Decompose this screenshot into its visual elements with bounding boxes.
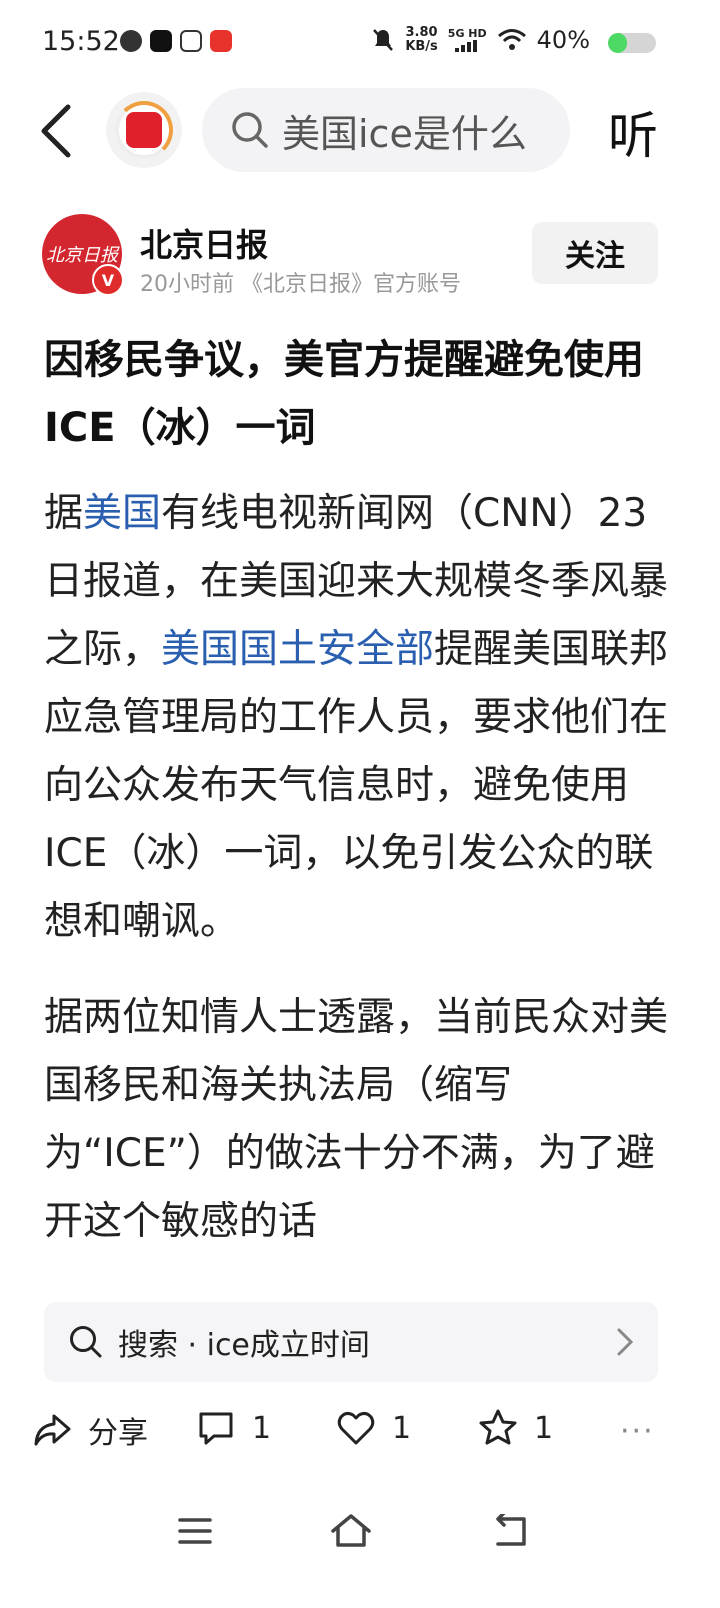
red-packet-button[interactable] (106, 92, 182, 168)
article-paragraph: 据美国有线电视新闻网（CNN）23日报道，在美国迎来大规模冬季风暴之际，美国国土… (44, 491, 669, 944)
star-icon (479, 1409, 517, 1445)
chevron-right-icon (617, 1328, 634, 1356)
nav-back-button[interactable] (484, 1506, 534, 1556)
red-packet-icon (126, 112, 162, 148)
system-nav-bar (0, 1496, 720, 1566)
app-notification-icon (120, 30, 142, 52)
comment-icon (199, 1412, 233, 1445)
camera-notification-icon (180, 30, 202, 52)
battery-percent: 40% (536, 26, 590, 54)
home-icon (331, 1514, 371, 1547)
heart-icon (337, 1411, 375, 1445)
status-time: 15:52 (42, 26, 120, 57)
related-search-bar[interactable]: 搜索 · ice成立时间 (44, 1302, 658, 1382)
author-row: 北京日报 V 北京日报 20小时前 《北京日报》官方账号 关注 (0, 212, 720, 302)
status-bar: 15:52 3.80 KB/s 5G HD 40% (0, 0, 720, 86)
search-icon (232, 112, 268, 148)
wifi-icon (497, 29, 526, 50)
search-input[interactable]: 美国ice是什么 (202, 88, 570, 172)
like-count: 1 (392, 1410, 412, 1446)
author-meta: 20小时前 《北京日报》官方账号 (140, 272, 461, 297)
tiktok-notification-icon (150, 30, 172, 52)
menu-icon (178, 1518, 212, 1544)
link-dhs[interactable]: 美国国土安全部 (161, 627, 434, 672)
share-button[interactable]: 分享 (32, 1408, 148, 1452)
nav-menu-button[interactable] (170, 1506, 220, 1556)
related-search-label: 搜索 · ice成立时间 (118, 1328, 370, 1363)
comment-count: 1 (252, 1410, 272, 1446)
mute-icon (373, 29, 394, 51)
nav-home-button[interactable] (326, 1506, 376, 1556)
action-bar: 分享 1 1 1 ··· (0, 1400, 720, 1464)
share-label: 分享 (88, 1416, 148, 1451)
article-body: 据美国有线电视新闻网（CNN）23日报道，在美国迎来大规模冬季风暴之际，美国国土… (44, 480, 674, 1282)
top-bar: 美国ice是什么 听 (0, 88, 720, 174)
network-speed: 3.80 KB/s (405, 25, 438, 54)
author-name[interactable]: 北京日报 (140, 220, 268, 266)
article-paragraph: 据两位知情人士透露，当前民众对美国移民和海关执法局（缩写为“ICE”）的做法十分… (44, 995, 669, 1244)
toutiao-notification-icon (210, 30, 232, 52)
favorite-count: 1 (534, 1410, 554, 1446)
notification-icons (120, 30, 232, 52)
network-type: 5G HD (447, 27, 487, 40)
back-nav-icon (496, 1514, 526, 1546)
favorite-button[interactable]: 1 (478, 1408, 553, 1448)
signal-icon (455, 40, 478, 52)
share-icon (34, 1414, 71, 1446)
article-title: 因移民争议，美官方提醒避免使用ICE（冰）一词 (44, 337, 644, 451)
follow-button[interactable]: 关注 (532, 222, 658, 284)
like-button[interactable]: 1 (336, 1408, 411, 1448)
more-button[interactable]: ··· (620, 1414, 655, 1449)
link-usa[interactable]: 美国 (83, 491, 161, 536)
back-arrow-icon (41, 104, 71, 158)
search-query: 美国ice是什么 (282, 111, 527, 156)
listen-button[interactable]: 听 (608, 96, 658, 168)
comment-button[interactable]: 1 (196, 1408, 271, 1448)
back-button[interactable] (30, 98, 80, 164)
battery-level (608, 33, 628, 53)
search-icon (70, 1326, 102, 1358)
battery-icon (608, 33, 656, 53)
verified-badge-icon: V (92, 264, 124, 296)
